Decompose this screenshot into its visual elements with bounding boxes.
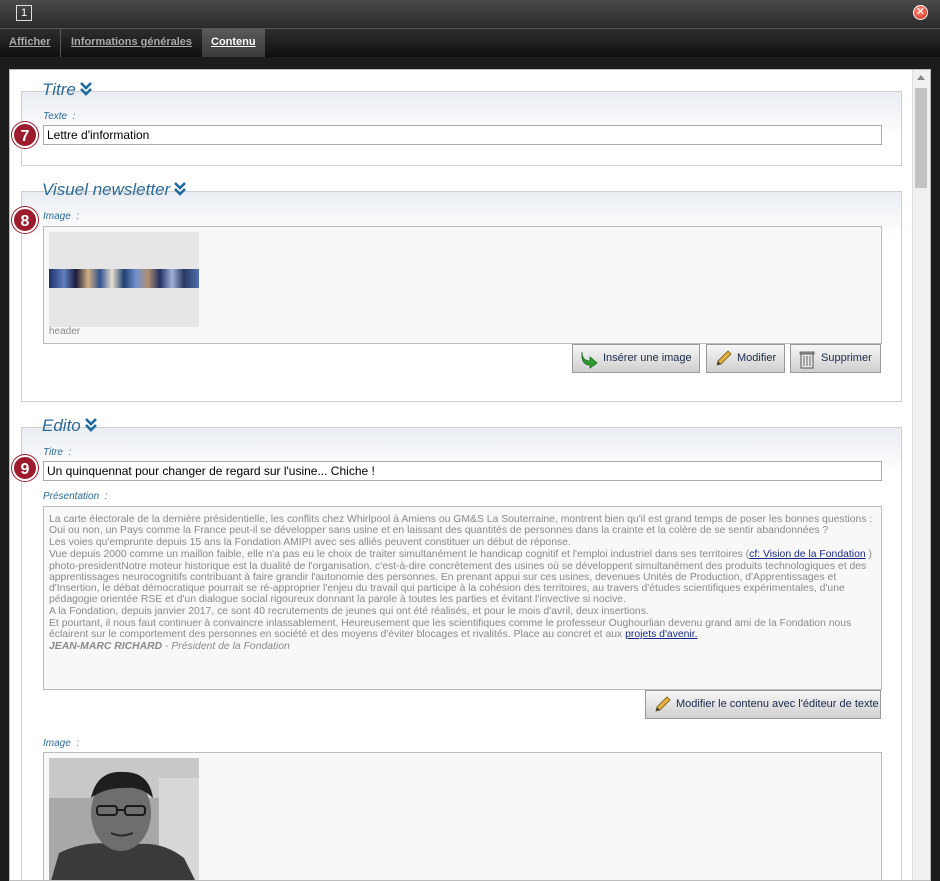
field-label-presentation: Présentation : [43, 491, 108, 502]
signature: JEAN-MARC RICHARD - Président de la Fond… [49, 641, 290, 652]
titre-texte-input[interactable]: Lettre d'information [43, 125, 882, 145]
edito-titre-input[interactable]: Un quinquennat pour changer de regard su… [43, 461, 882, 481]
header-image-thumbnail[interactable] [49, 232, 199, 327]
vision-fondation-link[interactable]: cf: Vision de la Fondation [749, 549, 866, 560]
pencil-icon [713, 349, 733, 369]
presentation-paragraph: photo-presidentNotre moteur historique e… [49, 561, 867, 605]
trash-icon [797, 349, 817, 369]
pencil-icon [652, 695, 672, 715]
double-chevron-down-icon[interactable] [174, 181, 187, 201]
presentation-paragraph: Et pourtant, il nous faut continuer à co… [49, 618, 852, 640]
presentation-rich-text[interactable]: La carte électorale de la dernière prési… [43, 506, 882, 690]
tab-afficher[interactable]: Afficher [0, 29, 61, 57]
section-title-titre[interactable]: Titre [38, 80, 96, 101]
presentation-paragraph: A la Fondation, depuis janvier 2017, ce … [49, 606, 649, 617]
step-badge-8: 8 [12, 207, 38, 233]
president-photo[interactable] [49, 758, 199, 880]
image-caption: header [49, 326, 81, 337]
scroll-thumb[interactable] [915, 88, 927, 188]
section-visuel-newsletter: Visuel newsletter Image : 8 header Insér… [12, 180, 902, 402]
edit-with-text-editor-button[interactable]: Modifier le contenu avec l'éditeur de te… [645, 690, 881, 719]
green-arrow-icon [579, 349, 599, 369]
tab-bar: Afficher Informations générales Contenu [0, 28, 940, 57]
projets-avenir-link[interactable]: projets d'avenir. [625, 629, 697, 640]
scroll-up-arrow-icon[interactable] [917, 75, 925, 80]
field-label-texte: Texte : [43, 111, 76, 122]
modify-image-button[interactable]: Modifier [706, 344, 785, 373]
insert-image-button[interactable]: Insérer une image [572, 344, 700, 373]
presentation-paragraph: Les voies qu'emprunte depuis 15 ans la F… [49, 537, 571, 548]
double-chevron-down-icon[interactable] [79, 81, 92, 101]
delete-image-button[interactable]: Supprimer [790, 344, 881, 373]
content-panel: Titre Texte : 7 Lettre d'information Vis… [9, 69, 931, 881]
field-label-titre: Titre : [43, 447, 72, 458]
tab-informations-generales[interactable]: Informations générales [62, 29, 201, 57]
step-badge-7: 7 [12, 122, 38, 148]
section-title-visuel[interactable]: Visuel newsletter [38, 180, 190, 201]
header-image-strip [49, 269, 199, 288]
vertical-scrollbar[interactable] [912, 70, 930, 880]
double-chevron-down-icon[interactable] [84, 417, 97, 437]
close-icon[interactable]: ✕ [913, 5, 928, 20]
presentation-paragraph: La carte électorale de la dernière prési… [49, 514, 873, 536]
tab-contenu[interactable]: Contenu [202, 29, 265, 57]
step-badge-9: 9 [12, 455, 38, 481]
section-title-edito[interactable]: Edito [38, 416, 101, 437]
window-titlebar: 1 ✕ [0, 0, 940, 28]
field-label-image-edito: Image : [43, 738, 80, 749]
field-label-image: Image : [43, 211, 80, 222]
presentation-paragraph: Vue depuis 2000 comme un maillon faible,… [49, 549, 872, 560]
section-edito: Edito Titre : 9 Un quinquennat pour chan… [12, 416, 902, 880]
edito-image-box [43, 752, 882, 880]
window-number: 1 [16, 5, 32, 21]
section-titre: Titre Texte : 7 Lettre d'information [12, 80, 902, 166]
image-preview-box: header [43, 226, 882, 344]
